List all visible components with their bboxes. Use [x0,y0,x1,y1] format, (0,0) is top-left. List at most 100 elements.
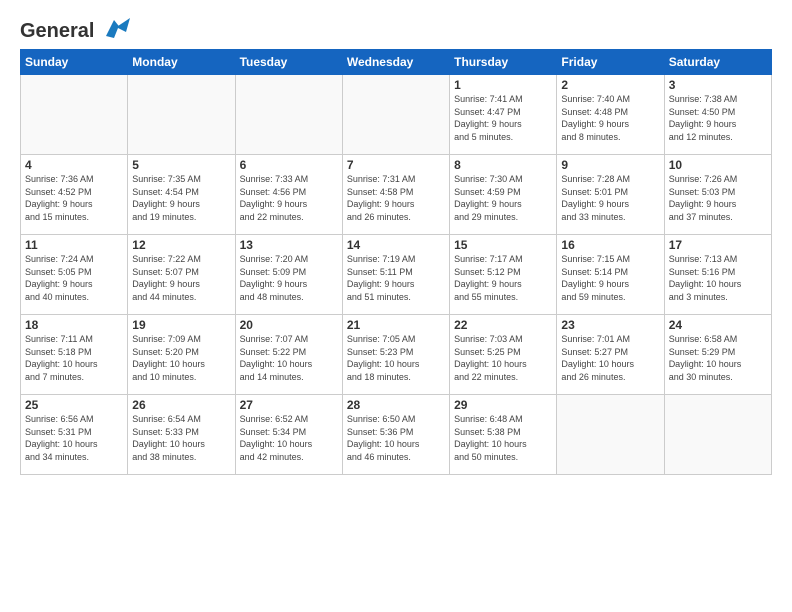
calendar-cell: 8Sunrise: 7:30 AM Sunset: 4:59 PM Daylig… [450,155,557,235]
calendar-cell [235,75,342,155]
day-info: Sunrise: 6:54 AM Sunset: 5:33 PM Dayligh… [132,413,230,463]
day-number: 14 [347,238,445,252]
day-info: Sunrise: 7:35 AM Sunset: 4:54 PM Dayligh… [132,173,230,223]
day-number: 6 [240,158,338,172]
day-number: 29 [454,398,552,412]
day-number: 25 [25,398,123,412]
calendar-cell [664,395,771,475]
day-number: 9 [561,158,659,172]
calendar-cell: 13Sunrise: 7:20 AM Sunset: 5:09 PM Dayli… [235,235,342,315]
calendar-cell [128,75,235,155]
calendar-cell [342,75,449,155]
day-number: 2 [561,78,659,92]
day-number: 12 [132,238,230,252]
day-number: 26 [132,398,230,412]
day-number: 20 [240,318,338,332]
calendar-header-sunday: Sunday [21,50,128,75]
calendar-cell: 16Sunrise: 7:15 AM Sunset: 5:14 PM Dayli… [557,235,664,315]
calendar-cell: 12Sunrise: 7:22 AM Sunset: 5:07 PM Dayli… [128,235,235,315]
day-number: 21 [347,318,445,332]
day-number: 24 [669,318,767,332]
day-number: 17 [669,238,767,252]
logo: General [20,16,130,41]
calendar-header-monday: Monday [128,50,235,75]
calendar-cell: 10Sunrise: 7:26 AM Sunset: 5:03 PM Dayli… [664,155,771,235]
calendar-cell: 24Sunrise: 6:58 AM Sunset: 5:29 PM Dayli… [664,315,771,395]
calendar-cell: 23Sunrise: 7:01 AM Sunset: 5:27 PM Dayli… [557,315,664,395]
calendar-cell: 9Sunrise: 7:28 AM Sunset: 5:01 PM Daylig… [557,155,664,235]
calendar-cell: 7Sunrise: 7:31 AM Sunset: 4:58 PM Daylig… [342,155,449,235]
calendar-cell: 28Sunrise: 6:50 AM Sunset: 5:36 PM Dayli… [342,395,449,475]
calendar-cell: 1Sunrise: 7:41 AM Sunset: 4:47 PM Daylig… [450,75,557,155]
day-info: Sunrise: 7:17 AM Sunset: 5:12 PM Dayligh… [454,253,552,303]
day-info: Sunrise: 6:50 AM Sunset: 5:36 PM Dayligh… [347,413,445,463]
day-number: 16 [561,238,659,252]
calendar-cell: 20Sunrise: 7:07 AM Sunset: 5:22 PM Dayli… [235,315,342,395]
day-number: 7 [347,158,445,172]
day-info: Sunrise: 6:52 AM Sunset: 5:34 PM Dayligh… [240,413,338,463]
calendar-header-friday: Friday [557,50,664,75]
day-number: 8 [454,158,552,172]
day-info: Sunrise: 7:07 AM Sunset: 5:22 PM Dayligh… [240,333,338,383]
day-number: 27 [240,398,338,412]
day-info: Sunrise: 7:36 AM Sunset: 4:52 PM Dayligh… [25,173,123,223]
calendar-table: SundayMondayTuesdayWednesdayThursdayFrid… [20,49,772,475]
day-number: 19 [132,318,230,332]
calendar-cell: 18Sunrise: 7:11 AM Sunset: 5:18 PM Dayli… [21,315,128,395]
day-info: Sunrise: 7:26 AM Sunset: 5:03 PM Dayligh… [669,173,767,223]
calendar-cell: 21Sunrise: 7:05 AM Sunset: 5:23 PM Dayli… [342,315,449,395]
day-info: Sunrise: 7:11 AM Sunset: 5:18 PM Dayligh… [25,333,123,383]
page: General SundayMondayTuesdayWednesdayThur… [0,0,792,485]
day-info: Sunrise: 7:28 AM Sunset: 5:01 PM Dayligh… [561,173,659,223]
calendar-cell: 19Sunrise: 7:09 AM Sunset: 5:20 PM Dayli… [128,315,235,395]
calendar-cell: 5Sunrise: 7:35 AM Sunset: 4:54 PM Daylig… [128,155,235,235]
day-info: Sunrise: 7:19 AM Sunset: 5:11 PM Dayligh… [347,253,445,303]
calendar-cell [21,75,128,155]
day-number: 28 [347,398,445,412]
calendar-cell [557,395,664,475]
day-info: Sunrise: 7:24 AM Sunset: 5:05 PM Dayligh… [25,253,123,303]
calendar-cell: 6Sunrise: 7:33 AM Sunset: 4:56 PM Daylig… [235,155,342,235]
calendar-header-tuesday: Tuesday [235,50,342,75]
calendar-week-3: 18Sunrise: 7:11 AM Sunset: 5:18 PM Dayli… [21,315,772,395]
logo-bird-icon [98,16,130,45]
calendar-cell: 27Sunrise: 6:52 AM Sunset: 5:34 PM Dayli… [235,395,342,475]
logo-text: General [20,21,94,41]
day-number: 5 [132,158,230,172]
day-number: 18 [25,318,123,332]
calendar-cell: 15Sunrise: 7:17 AM Sunset: 5:12 PM Dayli… [450,235,557,315]
day-info: Sunrise: 6:48 AM Sunset: 5:38 PM Dayligh… [454,413,552,463]
day-number: 3 [669,78,767,92]
calendar-cell: 11Sunrise: 7:24 AM Sunset: 5:05 PM Dayli… [21,235,128,315]
day-info: Sunrise: 7:15 AM Sunset: 5:14 PM Dayligh… [561,253,659,303]
calendar-header-saturday: Saturday [664,50,771,75]
day-info: Sunrise: 7:22 AM Sunset: 5:07 PM Dayligh… [132,253,230,303]
day-number: 4 [25,158,123,172]
calendar-cell: 14Sunrise: 7:19 AM Sunset: 5:11 PM Dayli… [342,235,449,315]
calendar-cell: 4Sunrise: 7:36 AM Sunset: 4:52 PM Daylig… [21,155,128,235]
day-number: 15 [454,238,552,252]
calendar-cell: 22Sunrise: 7:03 AM Sunset: 5:25 PM Dayli… [450,315,557,395]
day-info: Sunrise: 7:20 AM Sunset: 5:09 PM Dayligh… [240,253,338,303]
day-info: Sunrise: 7:13 AM Sunset: 5:16 PM Dayligh… [669,253,767,303]
day-info: Sunrise: 7:30 AM Sunset: 4:59 PM Dayligh… [454,173,552,223]
calendar-cell: 2Sunrise: 7:40 AM Sunset: 4:48 PM Daylig… [557,75,664,155]
logo-general: General [20,20,94,42]
day-number: 11 [25,238,123,252]
calendar-header-wednesday: Wednesday [342,50,449,75]
day-number: 1 [454,78,552,92]
calendar-cell: 26Sunrise: 6:54 AM Sunset: 5:33 PM Dayli… [128,395,235,475]
calendar-cell: 17Sunrise: 7:13 AM Sunset: 5:16 PM Dayli… [664,235,771,315]
day-info: Sunrise: 6:58 AM Sunset: 5:29 PM Dayligh… [669,333,767,383]
calendar-week-0: 1Sunrise: 7:41 AM Sunset: 4:47 PM Daylig… [21,75,772,155]
calendar-week-4: 25Sunrise: 6:56 AM Sunset: 5:31 PM Dayli… [21,395,772,475]
day-info: Sunrise: 7:01 AM Sunset: 5:27 PM Dayligh… [561,333,659,383]
calendar-week-2: 11Sunrise: 7:24 AM Sunset: 5:05 PM Dayli… [21,235,772,315]
calendar-week-1: 4Sunrise: 7:36 AM Sunset: 4:52 PM Daylig… [21,155,772,235]
day-info: Sunrise: 7:05 AM Sunset: 5:23 PM Dayligh… [347,333,445,383]
day-info: Sunrise: 7:33 AM Sunset: 4:56 PM Dayligh… [240,173,338,223]
day-number: 23 [561,318,659,332]
calendar-cell: 29Sunrise: 6:48 AM Sunset: 5:38 PM Dayli… [450,395,557,475]
day-info: Sunrise: 6:56 AM Sunset: 5:31 PM Dayligh… [25,413,123,463]
day-number: 13 [240,238,338,252]
